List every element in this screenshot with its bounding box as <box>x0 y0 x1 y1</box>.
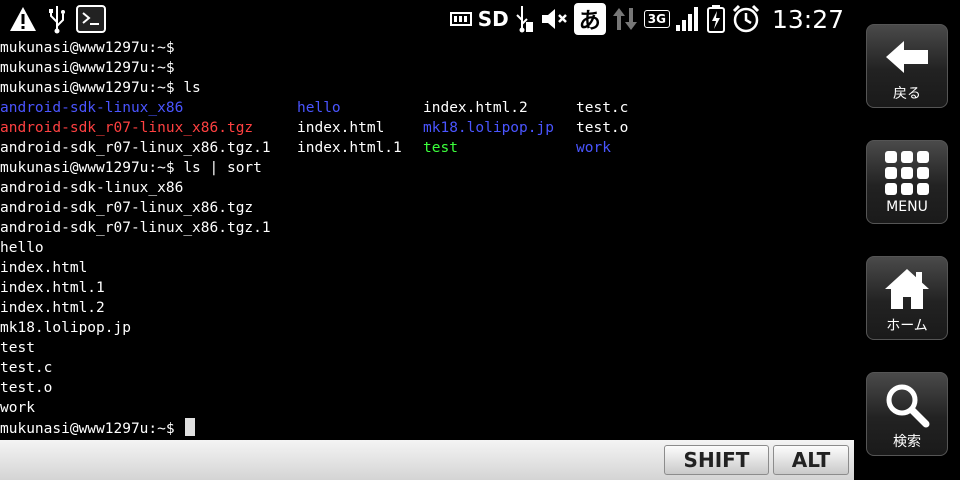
search-icon <box>884 383 930 428</box>
terminal-text: mukunasi@www1297u:~$ ls <box>0 80 201 96</box>
terminal-text: work <box>0 400 35 416</box>
terminal-line: mukunasi@www1297u:~$ <box>0 418 854 438</box>
terminal-line: android-sdk_r07-linux_x86.tgz <box>0 198 854 218</box>
usb-debugging-icon <box>514 4 534 34</box>
terminal-text: index.html <box>0 260 88 276</box>
menu-grid-icon <box>884 151 930 195</box>
terminal-line: test <box>0 338 854 358</box>
alarm-clock-icon <box>731 4 761 34</box>
terminal-line: index.html <box>0 258 854 278</box>
modifier-key-bar: SHIFT ALT <box>0 440 854 480</box>
battery-charging-icon <box>706 4 726 34</box>
search-label: 検索 <box>893 434 921 450</box>
terminal-screen[interactable]: mukunasi@www1297u:~$ mukunasi@www1297u:~$… <box>0 38 854 440</box>
terminal-text: android-sdk_r07-linux_x86.tgz <box>0 120 254 136</box>
terminal-text: index.html <box>297 120 385 136</box>
signal-strength-icon <box>675 4 701 34</box>
terminal-line: mukunasi@www1297u:~$ ls | sort <box>0 158 854 178</box>
terminal-text: work <box>576 140 611 156</box>
terminal-text: test.o <box>576 120 629 136</box>
terminal-text: mk18.lolipop.jp <box>0 320 131 336</box>
alt-key-button[interactable]: ALT <box>773 445 849 475</box>
home-button[interactable]: ホーム <box>866 256 948 340</box>
terminal-text: android-sdk_r07-linux_x86.tgz.1 <box>0 140 271 156</box>
terminal-text: index.html.1 <box>297 140 402 156</box>
volume-muted-icon <box>539 4 569 34</box>
terminal-line: test.o <box>0 378 854 398</box>
sd-card-mounted-icon <box>449 4 473 34</box>
status-clock: 13:27 <box>771 4 844 34</box>
terminal-text: mukunasi@www1297u:~$ <box>0 60 175 76</box>
terminal-text: mukunasi@www1297u:~$ <box>0 421 184 437</box>
terminal-line: index.html.1 <box>0 278 854 298</box>
terminal-text: mukunasi@www1297u:~$ <box>0 40 175 56</box>
status-bar: SD あ 3G 13:27 <box>0 0 854 38</box>
terminal-line: mk18.lolipop.jp <box>0 318 854 338</box>
ime-indicator: あ <box>573 3 606 35</box>
terminal-text: test.o <box>0 380 53 396</box>
shift-key-button[interactable]: SHIFT <box>664 445 769 475</box>
terminal-line: index.html.2 <box>0 298 854 318</box>
terminal-app-icon <box>76 4 106 34</box>
terminal-line: android-sdk_r07-linux_x86.tgz.1 index.htm… <box>0 138 854 158</box>
terminal-text: mukunasi@www1297u:~$ ls | sort <box>0 160 262 176</box>
terminal-text: test.c <box>576 100 629 116</box>
terminal-line: mukunasi@www1297u:~$ <box>0 38 854 58</box>
back-arrow-icon <box>882 35 932 79</box>
terminal-text: hello <box>297 100 341 116</box>
terminal-text: index.html.2 <box>423 100 528 116</box>
terminal-line: hello <box>0 238 854 258</box>
terminal-line: test.c <box>0 358 854 378</box>
usb-icon <box>48 4 66 34</box>
terminal-text: android-sdk_r07-linux_x86.tgz <box>0 200 254 216</box>
terminal-text: mk18.lolipop.jp <box>423 120 554 136</box>
terminal-text: android-sdk_r07-linux_x86.tgz.1 <box>0 220 271 236</box>
terminal-line: android-sdk_r07-linux_x86.tgz index.html m… <box>0 118 854 138</box>
terminal-line: android-sdk-linux_x86 <box>0 178 854 198</box>
home-label: ホーム <box>886 318 928 334</box>
terminal-text: android-sdk-linux_x86 <box>0 180 184 196</box>
terminal-line: work <box>0 398 854 418</box>
back-button[interactable]: 戻る <box>866 24 948 108</box>
terminal-line: android-sdk-linux_x86 hello index.html.2 te… <box>0 98 854 118</box>
network-type-label: 3G <box>643 10 670 28</box>
warning-icon <box>8 4 38 34</box>
terminal-text: hello <box>0 240 44 256</box>
menu-button[interactable]: MENU <box>866 140 948 224</box>
terminal-line: mukunasi@www1297u:~$ ls <box>0 78 854 98</box>
navigation-bar: 戻る MENU ホーム 検索 <box>854 0 960 480</box>
terminal-text: test.c <box>0 360 53 376</box>
terminal-text: android-sdk-linux_x86 <box>0 100 184 116</box>
terminal-text: index.html.1 <box>0 280 105 296</box>
search-button[interactable]: 検索 <box>866 372 948 456</box>
terminal-line: android-sdk_r07-linux_x86.tgz.1 <box>0 218 854 238</box>
terminal-line: mukunasi@www1297u:~$ <box>0 58 854 78</box>
home-icon <box>883 267 931 311</box>
terminal-text: test <box>423 140 458 156</box>
terminal-text: test <box>0 340 35 356</box>
sd-label: SD <box>477 7 509 31</box>
data-transfer-icon <box>611 4 639 34</box>
terminal-cursor <box>185 418 196 436</box>
menu-label: MENU <box>886 199 928 215</box>
terminal-text: index.html.2 <box>0 300 105 316</box>
back-label: 戻る <box>893 86 921 102</box>
